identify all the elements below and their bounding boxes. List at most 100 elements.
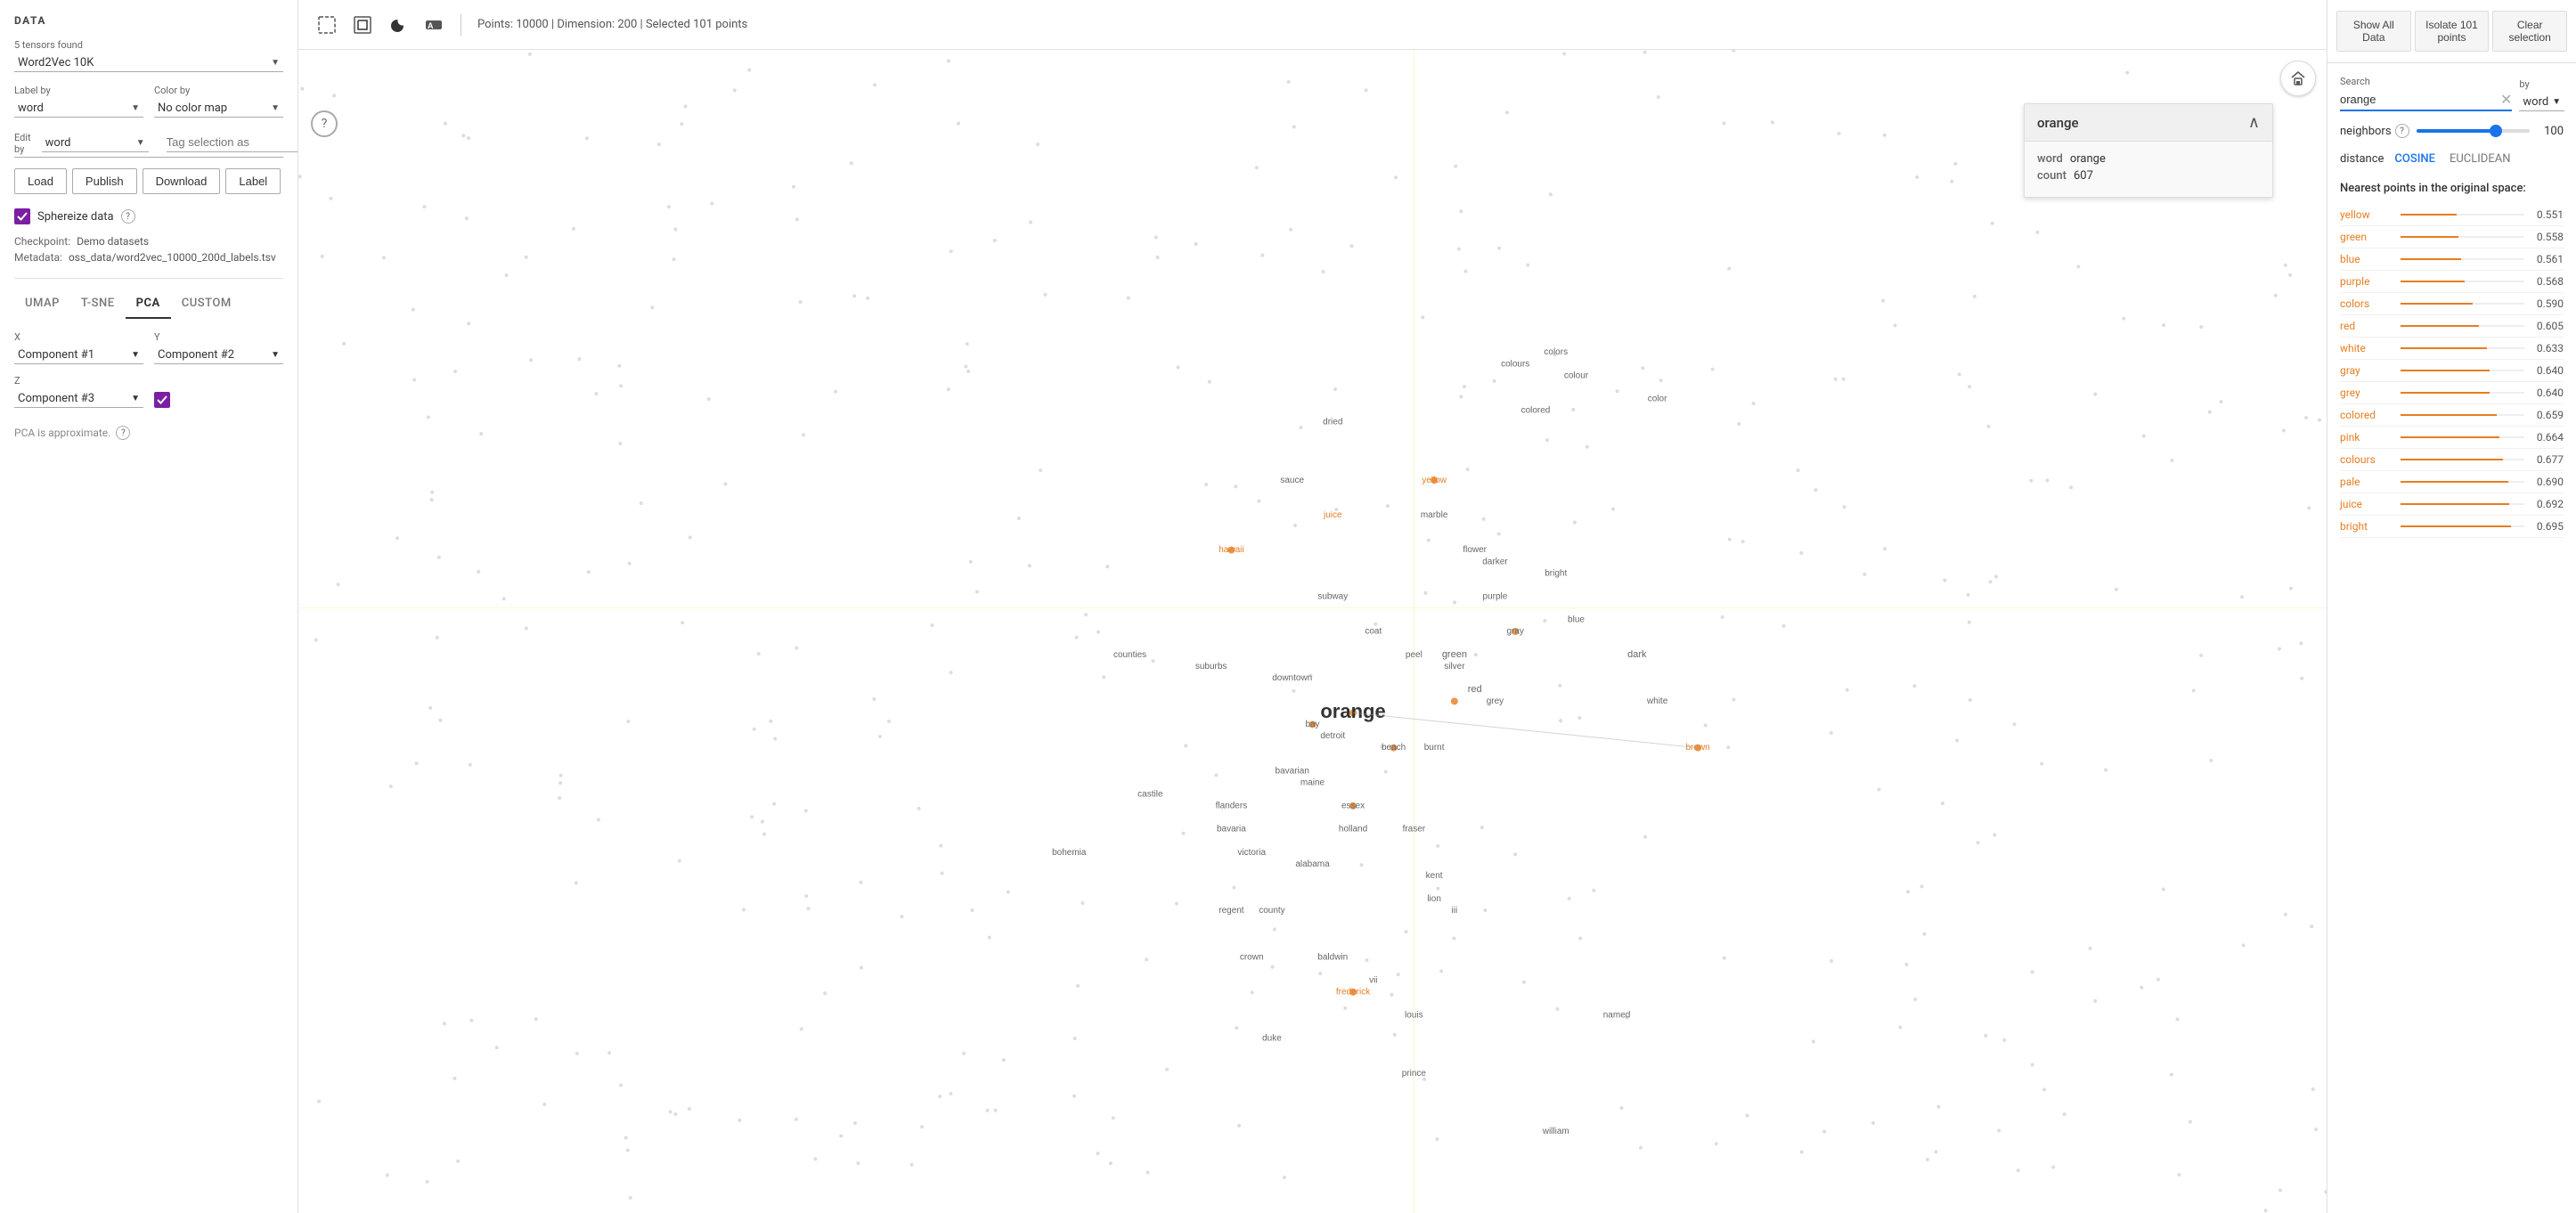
- scatter-word-label[interactable]: peel: [1406, 650, 1423, 660]
- slider-thumb[interactable]: [2490, 125, 2502, 137]
- scatter-word-label[interactable]: colored: [1521, 406, 1551, 416]
- scatter-word-label[interactable]: regent: [1219, 906, 1244, 916]
- distance-euclidean-option[interactable]: EUCLIDEAN: [2446, 151, 2515, 167]
- search-input-wrapper[interactable]: ✕: [2340, 91, 2512, 111]
- scatter-word-label[interactable]: maine: [1300, 777, 1325, 787]
- scatter-word-label[interactable]: duke: [1262, 1034, 1282, 1044]
- color-by-dropdown[interactable]: No color map ▼: [154, 100, 283, 118]
- scatter-word-label[interactable]: subway: [1317, 591, 1348, 601]
- nearest-item[interactable]: colors 0.590: [2340, 293, 2564, 315]
- scatter-word-label[interactable]: lion: [1427, 894, 1441, 904]
- search-clear-icon[interactable]: ✕: [2500, 91, 2512, 108]
- scatter-word-label[interactable]: dried: [1323, 418, 1342, 427]
- scatter-word-label[interactable]: coat: [1365, 627, 1382, 637]
- scatter-word-label[interactable]: vii: [1369, 975, 1377, 985]
- scatter-word-label[interactable]: alabama: [1295, 859, 1330, 869]
- scatter-word-label[interactable]: bavarian: [1276, 766, 1309, 776]
- clear-selection-button[interactable]: Clear selection: [2492, 11, 2567, 52]
- scatter-word-label[interactable]: bavaria: [1217, 825, 1246, 834]
- scatter-word-label[interactable]: holland: [1339, 825, 1367, 834]
- scatter-word-label[interactable]: brown: [1686, 743, 1710, 753]
- nearest-item[interactable]: white 0.633: [2340, 338, 2564, 360]
- nearest-item[interactable]: blue 0.561: [2340, 248, 2564, 271]
- nearest-item[interactable]: colored 0.659: [2340, 404, 2564, 427]
- scatter-word-label[interactable]: suburbs: [1195, 662, 1227, 672]
- scatter-word-label[interactable]: kent: [1426, 871, 1443, 881]
- scatter-word-label[interactable]: castile: [1137, 789, 1163, 799]
- scatter-word-label[interactable]: colours: [1501, 359, 1529, 369]
- tag-selection-input[interactable]: [167, 135, 298, 149]
- scatter-word-label[interactable]: crown: [1240, 952, 1264, 962]
- edit-by-dropdown[interactable]: word ▼: [42, 134, 149, 152]
- nearest-item[interactable]: red 0.605: [2340, 315, 2564, 338]
- nearest-item[interactable]: pale 0.690: [2340, 471, 2564, 493]
- help-button[interactable]: ?: [311, 110, 338, 137]
- nearest-item[interactable]: juice 0.692: [2340, 493, 2564, 516]
- nearest-item[interactable]: bright 0.695: [2340, 516, 2564, 538]
- label-by-dropdown[interactable]: word ▼: [14, 100, 143, 118]
- scatter-word-label[interactable]: essex: [1341, 802, 1365, 811]
- scatter-word-label[interactable]: colour: [1564, 370, 1589, 380]
- scatter-word-label[interactable]: baldwin: [1317, 952, 1348, 962]
- download-button[interactable]: Download: [143, 168, 221, 194]
- scatter-word-label[interactable]: colors: [1544, 347, 1568, 357]
- by-dropdown[interactable]: word ▼: [2519, 94, 2564, 111]
- scatter-word-label[interactable]: frederick: [1336, 988, 1371, 997]
- isolate-points-button[interactable]: Isolate 101 points: [2415, 11, 2490, 52]
- publish-button[interactable]: Publish: [72, 168, 137, 194]
- scatter-word-label[interactable]: counties: [1113, 650, 1146, 660]
- nearest-item[interactable]: colours 0.677: [2340, 449, 2564, 471]
- home-button[interactable]: [2280, 61, 2316, 96]
- y-axis-dropdown[interactable]: Component #2 ▼: [154, 346, 283, 364]
- scatter-word-label[interactable]: county: [1259, 906, 1284, 916]
- scatter-canvas-area[interactable]: ? orangeredgreendarkbluegraygreywhitesil…: [298, 50, 2327, 1213]
- scatter-word-label[interactable]: purple: [1483, 591, 1508, 601]
- scatter-word-label[interactable]: grey: [1487, 696, 1504, 706]
- scatter-word-label[interactable]: red: [1468, 684, 1482, 695]
- popup-close-icon[interactable]: ∧: [2248, 113, 2260, 132]
- scatter-word-label[interactable]: color: [1648, 394, 1667, 403]
- scatter-word-label[interactable]: william: [1542, 1127, 1569, 1136]
- scatter-word-label[interactable]: white: [1646, 696, 1668, 706]
- scatter-word-label[interactable]: yellow: [1422, 476, 1447, 485]
- select-rect-icon[interactable]: [313, 11, 341, 39]
- tab-custom[interactable]: CUSTOM: [171, 289, 242, 319]
- load-button[interactable]: Load: [14, 168, 67, 194]
- label-toggle-icon[interactable]: A: [420, 11, 448, 39]
- tab-tsne[interactable]: T-SNE: [70, 289, 126, 319]
- x-axis-dropdown[interactable]: Component #1 ▼: [14, 346, 143, 364]
- select-lasso-icon[interactable]: [348, 11, 377, 39]
- scatter-word-label[interactable]: marble: [1421, 510, 1448, 520]
- scatter-word-label[interactable]: dark: [1627, 649, 1647, 660]
- scatter-word-label[interactable]: green: [1442, 649, 1467, 660]
- nearest-item[interactable]: grey 0.640: [2340, 382, 2564, 404]
- scatter-word-label[interactable]: darker: [1482, 557, 1508, 566]
- show-all-data-button[interactable]: Show All Data: [2336, 11, 2411, 52]
- search-input[interactable]: [2340, 93, 2497, 106]
- pca-help-icon[interactable]: ?: [116, 426, 130, 440]
- scatter-word-label[interactable]: flanders: [1216, 802, 1248, 811]
- scatter-word-label[interactable]: gray: [1506, 627, 1523, 637]
- z-enable-checkbox[interactable]: [154, 392, 170, 408]
- neighbors-slider[interactable]: [2417, 129, 2530, 133]
- scatter-word-label[interactable]: louis: [1405, 1011, 1423, 1021]
- distance-cosine-option[interactable]: COSINE: [2391, 151, 2439, 167]
- scatter-word-label[interactable]: downtown: [1272, 673, 1312, 683]
- nearest-item[interactable]: gray 0.640: [2340, 360, 2564, 382]
- scatter-word-label[interactable]: orange: [1320, 700, 1385, 722]
- scatter-word-label[interactable]: bohemia: [1052, 848, 1087, 858]
- scatter-word-label[interactable]: detroit: [1320, 731, 1345, 741]
- scatter-word-label[interactable]: juice: [1323, 510, 1342, 520]
- nearest-item[interactable]: yellow 0.551: [2340, 204, 2564, 226]
- scatter-word-label[interactable]: burnt: [1424, 743, 1445, 753]
- scatter-word-label[interactable]: named: [1603, 1011, 1631, 1021]
- tab-pca[interactable]: PCA: [126, 289, 171, 319]
- scatter-word-label[interactable]: blue: [1568, 615, 1585, 625]
- scatter-word-label[interactable]: sauce: [1280, 476, 1304, 485]
- neighbors-help-icon[interactable]: ?: [2395, 124, 2409, 138]
- sphereize-help-icon[interactable]: ?: [121, 209, 135, 224]
- sphereize-checkbox[interactable]: [14, 208, 30, 224]
- scatter-word-label[interactable]: beach: [1382, 743, 1406, 753]
- nearest-item[interactable]: pink 0.664: [2340, 427, 2564, 449]
- scatter-plot[interactable]: orangeredgreendarkbluegraygreywhitesilve…: [298, 50, 2327, 1213]
